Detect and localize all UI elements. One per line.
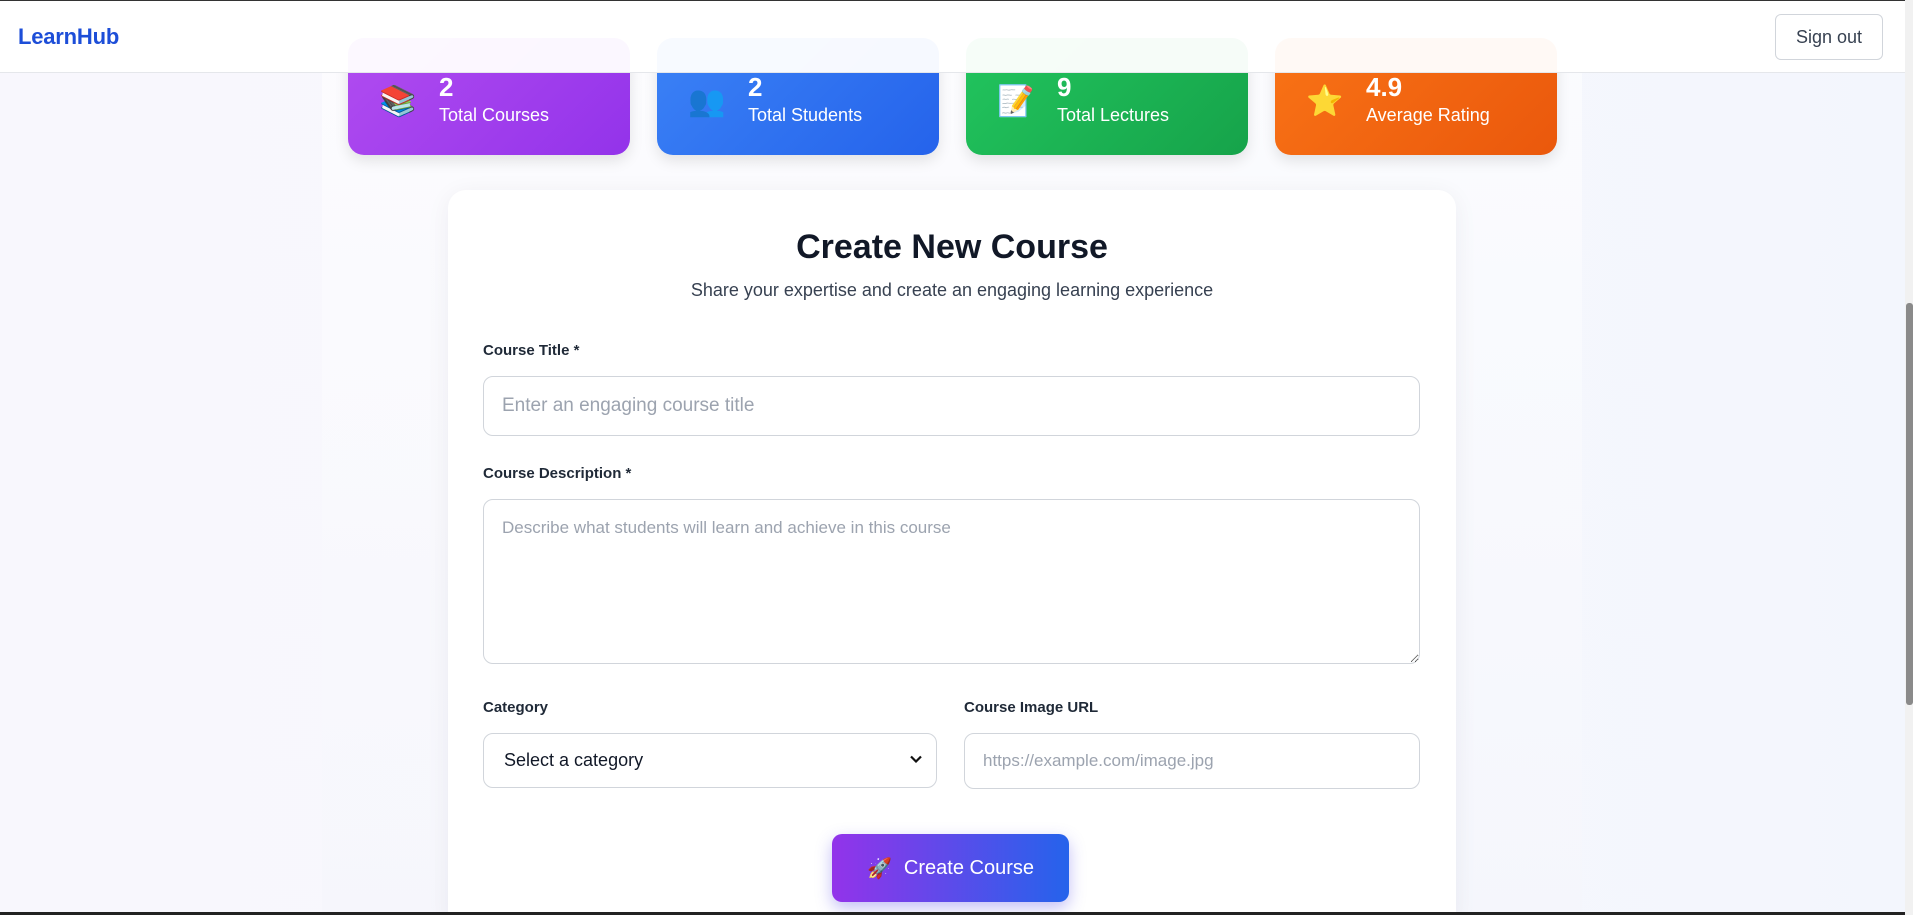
star-icon: ⭐ [1306,85,1344,118]
stat-label: Total Courses [439,105,550,125]
create-course-button-label: Create Course [903,856,1034,879]
rocket-icon: 🚀 [867,857,892,880]
stat-label: Total Students [748,105,863,125]
create-course-button[interactable]: 🚀 Create Course [832,834,1069,902]
course-image-url-label: Course Image URL [964,699,1099,716]
top-navigation-bar: LearnHub Sign out [0,0,1905,73]
form-title: Create New Course [796,228,1108,266]
course-description-label: Course Description * [483,465,632,482]
stat-value: 2 [748,72,763,102]
create-course-form: Create New Course Share your expertise a… [448,190,1456,915]
category-label: Category [483,699,549,716]
stat-label: Average Rating [1366,105,1490,125]
course-title-label: Course Title * [483,342,580,359]
stat-value: 4.9 [1366,72,1403,102]
brand-logo[interactable]: LearnHub [18,24,119,50]
course-image-url-input[interactable] [964,733,1420,789]
category-select[interactable]: Select a category [483,733,937,788]
chevron-down-icon [910,751,922,767]
stat-value: 2 [439,72,454,102]
memo-icon: 📝 [997,85,1035,118]
stat-label: Total Lectures [1057,105,1170,125]
course-title-input[interactable] [483,376,1420,436]
students-icon: 👥 [688,85,726,118]
stat-value: 9 [1057,72,1072,102]
course-description-textarea[interactable] [483,499,1420,664]
scrollbar-thumb[interactable] [1906,303,1913,705]
category-selected-value: Select a category [504,750,644,770]
form-subtitle: Share your expertise and create an engag… [690,280,1214,300]
sign-out-button[interactable]: Sign out [1775,14,1883,60]
books-icon: 📚 [379,85,417,118]
